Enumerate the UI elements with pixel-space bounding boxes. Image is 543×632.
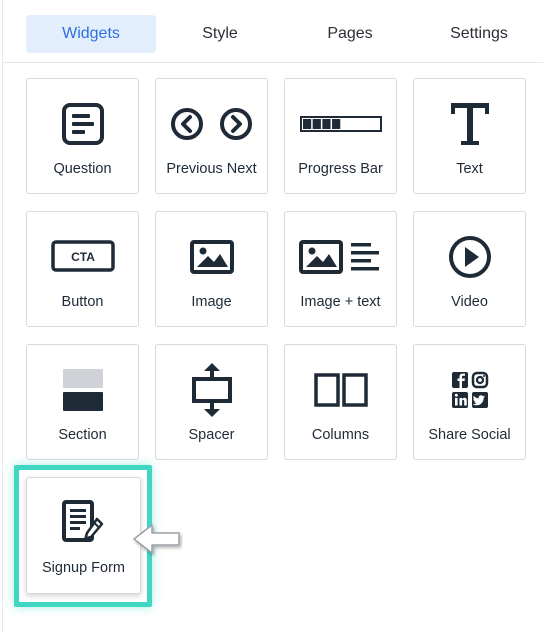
widget-label: Image (191, 294, 232, 310)
tab-bar: Widgets Style Pages Settings (3, 0, 543, 63)
widgets-panel: Widgets Style Pages Settings Question Pr… (2, 0, 543, 632)
tab-style[interactable]: Style (165, 15, 275, 53)
progress-segment (302, 119, 311, 129)
widget-video[interactable]: Video (413, 211, 526, 327)
widget-question[interactable]: Question (26, 78, 139, 194)
text-icon (414, 93, 525, 155)
widget-section[interactable]: Section (26, 344, 139, 460)
tab-pages[interactable]: Pages (295, 15, 405, 53)
widget-label: Previous Next (166, 161, 257, 177)
image-icon (156, 226, 267, 288)
drag-cursor-arrow-icon (131, 521, 183, 557)
section-icon (27, 359, 138, 421)
share-social-icon (414, 359, 525, 421)
previous-next-icon (156, 93, 267, 155)
instagram-icon (471, 371, 488, 389)
facebook-icon (451, 372, 468, 388)
widget-label: Text (456, 161, 483, 177)
question-icon (27, 93, 138, 155)
widget-image-text[interactable]: Image + text (284, 211, 397, 327)
tab-settings[interactable]: Settings (424, 15, 534, 53)
progress-segment (312, 119, 321, 129)
twitter-icon (471, 392, 488, 408)
widget-label: Share Social (428, 427, 511, 443)
widget-share-social[interactable]: Share Social (413, 344, 526, 460)
widget-progress-bar[interactable]: Progress Bar (284, 78, 397, 194)
widget-columns[interactable]: Columns (284, 344, 397, 460)
image-text-icon (285, 226, 396, 288)
svg-text:CTA: CTA (71, 250, 95, 264)
cta-button-icon: CTA (27, 226, 138, 288)
widget-label: Progress Bar (298, 161, 383, 177)
widget-label: Columns (311, 427, 370, 443)
widget-label: Button (61, 294, 104, 310)
progress-bar-icon (285, 93, 396, 155)
video-play-icon (414, 226, 525, 288)
spacer-icon (156, 359, 267, 421)
tab-widgets[interactable]: Widgets (26, 15, 156, 53)
widget-spacer[interactable]: Spacer (155, 344, 268, 460)
widget-label: Spacer (188, 427, 235, 443)
widget-label: Section (58, 427, 107, 443)
widget-label: Image + text (300, 294, 381, 310)
widget-previous-next[interactable]: Previous Next (155, 78, 268, 194)
widget-label: Question (53, 161, 112, 177)
widget-label: Video (451, 294, 488, 310)
widget-image[interactable]: Image (155, 211, 268, 327)
widget-text[interactable]: Text (413, 78, 526, 194)
progress-segment (331, 119, 340, 129)
columns-icon (285, 359, 396, 421)
widget-button[interactable]: CTA Button (26, 211, 139, 327)
linkedin-icon (451, 392, 468, 408)
progress-segment (321, 119, 331, 129)
